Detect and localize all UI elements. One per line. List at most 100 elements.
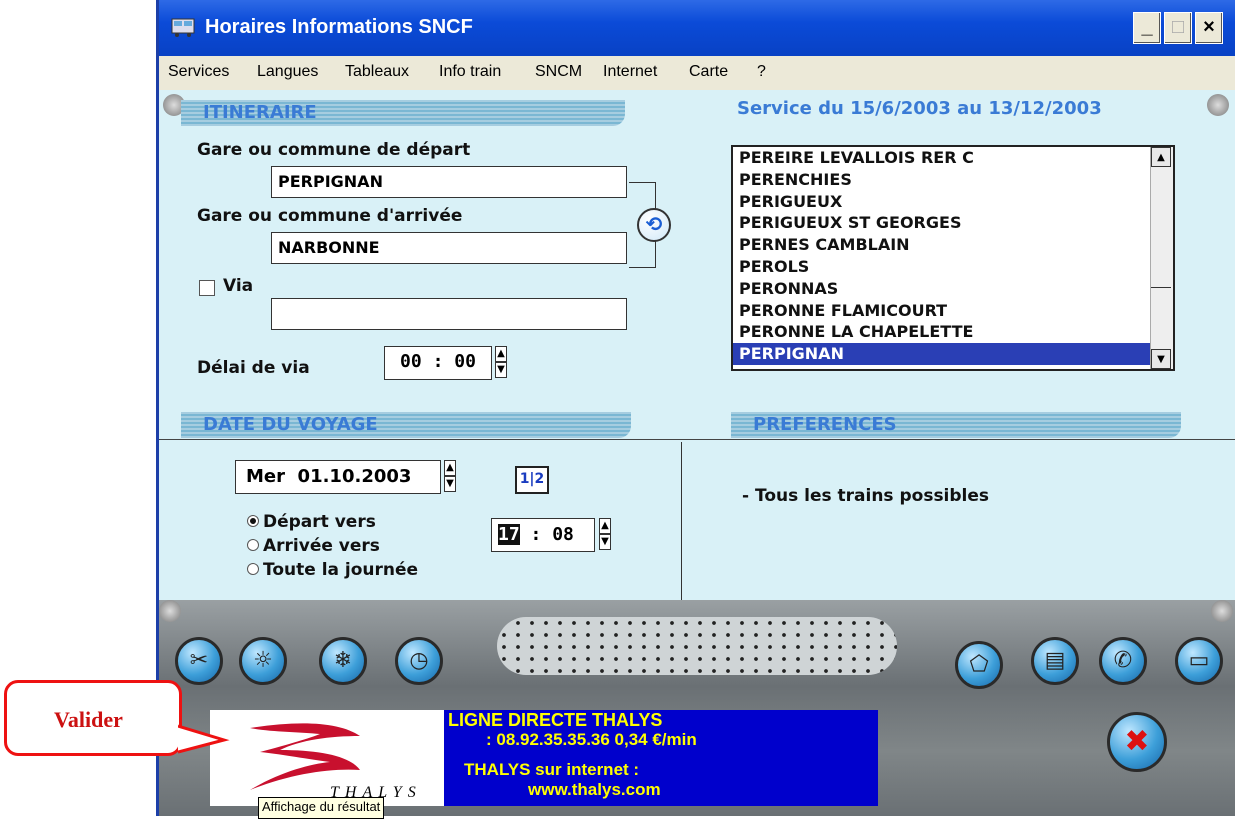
- screw-icon: [1211, 600, 1233, 622]
- time-input[interactable]: 17 : 08: [491, 518, 595, 552]
- list-item[interactable]: PERONNE FLAMICOURT: [733, 300, 1173, 322]
- date-spinner[interactable]: ▲ ▼: [444, 460, 456, 494]
- list-item[interactable]: PERONNAS: [733, 278, 1173, 300]
- list-item[interactable]: PERIGUEUX: [733, 191, 1173, 213]
- date-voyage-header: DATE DU VOYAGE: [181, 412, 631, 438]
- app-train-icon: [171, 18, 195, 37]
- preferences-header: PREFERENCES: [731, 412, 1181, 438]
- list-item[interactable]: PEREIRE LEVALLOIS RER C: [733, 147, 1173, 169]
- menu-services[interactable]: Services: [168, 63, 229, 81]
- france-map-icon: ⬠: [969, 652, 989, 677]
- list-scrollbar[interactable]: ▲ ▼: [1150, 147, 1173, 369]
- delai-hours[interactable]: 00: [400, 351, 422, 372]
- app-window: Horaires Informations SNCF _ □ × Service…: [156, 0, 1235, 816]
- depart-input[interactable]: PERPIGNAN: [271, 166, 627, 198]
- cross-icon: ✖: [1124, 724, 1150, 759]
- main-panel: ITINERAIRE Service du 15/6/2003 au 13/12…: [159, 90, 1235, 600]
- scroll-up-icon[interactable]: ▲: [1151, 147, 1171, 167]
- delai-input[interactable]: 00 : 00: [384, 346, 492, 380]
- spin-down-icon[interactable]: ▼: [599, 534, 611, 550]
- banner-line2: : 08.92.35.35.36 0,34 €/min: [486, 730, 697, 749]
- phone-icon: ✆: [1113, 648, 1133, 673]
- window-title: Horaires Informations SNCF: [205, 16, 473, 38]
- menu-help[interactable]: ?: [757, 63, 766, 81]
- screen-button[interactable]: ▭: [1175, 637, 1223, 685]
- banner-line3: THALYS sur internet :: [464, 760, 640, 779]
- menu-bar: Services Langues Tableaux Info train SNC…: [159, 56, 1235, 90]
- sun-button[interactable]: ☼: [239, 637, 287, 685]
- date-input[interactable]: Mer 01.10.2003: [235, 460, 441, 494]
- thalys-logo: THALYS: [210, 710, 444, 806]
- radio-dot-icon[interactable]: [247, 515, 259, 527]
- menu-sncm[interactable]: SNCM: [535, 63, 582, 81]
- history-button[interactable]: ◷: [395, 637, 443, 685]
- delai-spinner[interactable]: ▲ ▼: [495, 346, 507, 380]
- section-divider: [681, 442, 682, 600]
- thalys-banner[interactable]: THALYS LIGNE DIRECTE THALYS : 08.92.35.3…: [210, 710, 878, 806]
- spin-down-icon[interactable]: ▼: [444, 476, 456, 492]
- phone-button[interactable]: ✆: [1099, 637, 1147, 685]
- minimize-button[interactable]: _: [1133, 12, 1161, 44]
- sun-icon: ☼: [253, 648, 273, 673]
- tools-icon: ✂: [189, 648, 209, 673]
- tools-button[interactable]: ✂: [175, 637, 223, 685]
- snowflake-icon: ❄: [333, 648, 353, 673]
- via-label: Via: [223, 276, 254, 296]
- arrivee-label: Gare ou commune d'arrivée: [197, 206, 463, 226]
- date-day: Mer: [246, 466, 285, 487]
- station-listbox[interactable]: PEREIRE LEVALLOIS RER C PERENCHIES PERIG…: [731, 145, 1175, 371]
- via-input[interactable]: [271, 298, 627, 330]
- radio-journee[interactable]: Toute la journée: [247, 560, 418, 580]
- menu-tableaux[interactable]: Tableaux: [345, 63, 409, 81]
- list-item-selected[interactable]: PERPIGNAN: [733, 343, 1173, 365]
- radio-dot-icon[interactable]: [247, 563, 259, 575]
- via-checkbox[interactable]: [199, 280, 215, 296]
- screw-icon: [159, 600, 181, 622]
- service-period: Service du 15/6/2003 au 13/12/2003: [737, 98, 1102, 119]
- cancel-button[interactable]: ✖: [1107, 712, 1167, 772]
- menu-langues[interactable]: Langues: [257, 63, 318, 81]
- spin-up-icon[interactable]: ▲: [444, 460, 456, 476]
- time-minutes[interactable]: 08: [552, 524, 574, 545]
- radio-depart[interactable]: Départ vers: [247, 512, 376, 532]
- radio-dot-icon[interactable]: [247, 539, 259, 551]
- delai-minutes[interactable]: 00: [454, 351, 476, 372]
- maximize-button[interactable]: □: [1164, 12, 1192, 44]
- print-button[interactable]: ▤: [1031, 637, 1079, 685]
- screw-icon: [1207, 94, 1229, 116]
- delai-label: Délai de via: [197, 358, 310, 378]
- menu-info-train[interactable]: Info train: [439, 63, 501, 81]
- list-item[interactable]: PERNES CAMBLAIN: [733, 234, 1173, 256]
- section-line: [159, 439, 1235, 440]
- title-bar[interactable]: Horaires Informations SNCF _ □ ×: [159, 0, 1235, 56]
- calendar-icon[interactable]: 1|2: [515, 466, 549, 494]
- list-item[interactable]: PEROLS: [733, 256, 1173, 278]
- time-hours[interactable]: 17: [498, 524, 520, 545]
- banner-line4[interactable]: www.thalys.com: [528, 780, 661, 800]
- scroll-thumb[interactable]: [1151, 287, 1171, 344]
- list-item[interactable]: PERONNE LA CHAPELETTE: [733, 321, 1173, 343]
- close-window-button[interactable]: ×: [1195, 12, 1223, 44]
- scroll-down-icon[interactable]: ▼: [1151, 349, 1171, 369]
- printer-icon: ▤: [1044, 648, 1066, 673]
- screen-icon: ▭: [1188, 648, 1210, 673]
- swap-stations-icon[interactable]: ⟲: [637, 208, 671, 242]
- spin-up-icon[interactable]: ▲: [599, 518, 611, 534]
- speaker-grill: [497, 617, 897, 675]
- banner-line1: LIGNE DIRECTE THALYS: [448, 710, 663, 730]
- menu-carte[interactable]: Carte: [689, 63, 728, 81]
- arrivee-input[interactable]: NARBONNE: [271, 232, 627, 264]
- time-spinner[interactable]: ▲ ▼: [599, 518, 611, 552]
- radio-arrivee[interactable]: Arrivée vers: [247, 536, 380, 556]
- menu-internet[interactable]: Internet: [603, 63, 657, 81]
- map-button[interactable]: ⬠: [955, 641, 1003, 689]
- callout-pointer: [178, 724, 230, 754]
- spin-up-icon[interactable]: ▲: [495, 346, 507, 362]
- clock-icon: ◷: [409, 648, 429, 673]
- spin-down-icon[interactable]: ▼: [495, 362, 507, 378]
- snowflake-button[interactable]: ❄: [319, 637, 367, 685]
- list-item[interactable]: PERENCHIES: [733, 169, 1173, 191]
- list-item[interactable]: PERIGUEUX ST GEORGES: [733, 212, 1173, 234]
- itineraire-header: ITINERAIRE: [181, 100, 625, 126]
- date-value: 01.10.2003: [297, 466, 412, 487]
